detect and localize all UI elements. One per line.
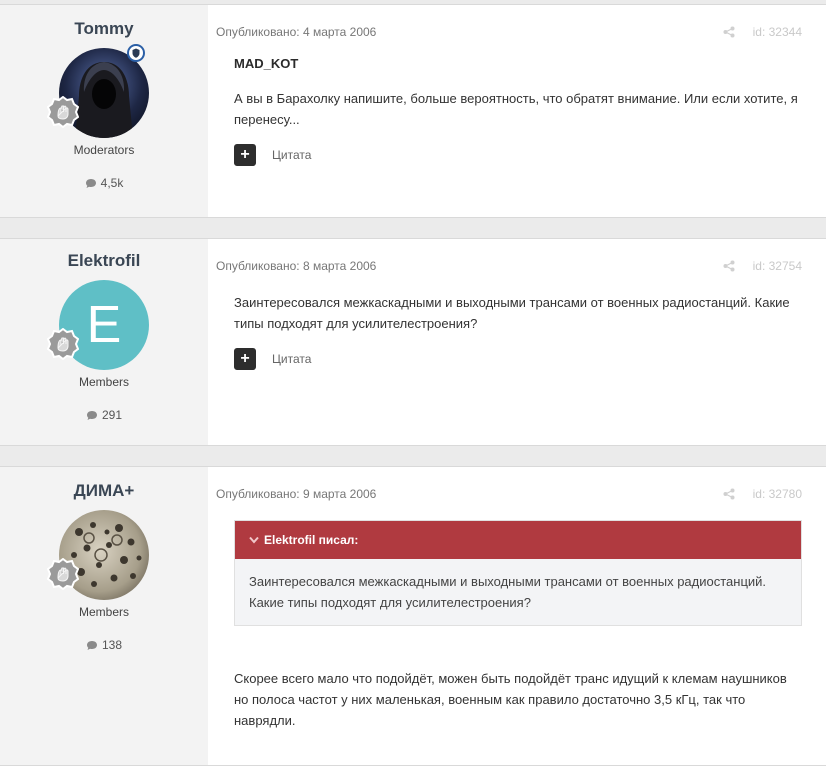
quote-text: Заинтересовался межкаскадными и выходным…	[249, 574, 767, 610]
post-id[interactable]: id: 32780	[753, 487, 802, 501]
author-name[interactable]: ДИМА+	[0, 467, 208, 501]
post-date[interactable]: Опубликовано: 8 марта 2006	[216, 259, 376, 273]
post-date[interactable]: Опубликовано: 9 марта 2006	[216, 487, 376, 501]
post: Elektrofil E Members 291 Опубликовано: 8…	[0, 238, 826, 446]
post-id[interactable]: id: 32344	[753, 25, 802, 39]
post-count-value: 291	[101, 408, 123, 422]
post-count: 291	[0, 408, 208, 422]
share-icon[interactable]	[723, 260, 735, 272]
rank-badge-icon	[47, 558, 79, 590]
author-name[interactable]: Elektrofil	[0, 239, 208, 271]
post-text: Заинтересовался межкаскадными и выходным…	[234, 295, 790, 331]
post-meta: Опубликовано: 9 марта 2006 id: 32780	[216, 467, 802, 521]
post-count-value: 138	[101, 638, 123, 652]
post-text: Скорее всего мало что подойдёт, можен бы…	[234, 671, 787, 728]
author-panel: ДИМА+ Members 138	[0, 467, 208, 765]
post-actions: + Цитата	[234, 348, 802, 370]
quote-block: Elektrofil писал: Заинтересовался межкас…	[234, 520, 802, 626]
post-body: MAD_KOT А вы в Барахолку напишите, больш…	[234, 53, 802, 130]
avatar-container	[47, 510, 149, 600]
moderator-shield-icon	[127, 44, 145, 62]
author-group: Moderators	[73, 143, 135, 157]
post: ДИМА+ Members 138 Опубликовано: 9 марта …	[0, 466, 826, 766]
quote-header[interactable]: Elektrofil писал:	[235, 521, 801, 559]
share-icon[interactable]	[723, 26, 735, 38]
rank-badge-icon	[47, 328, 79, 360]
post-count: 4,5k	[0, 176, 208, 190]
avatar-container: E	[47, 280, 149, 370]
avatar-container	[47, 44, 149, 138]
post-count: 138	[0, 638, 208, 652]
post-body: Скорее всего мало что подойдёт, можен бы…	[234, 668, 802, 731]
quote-header-text: Elektrofil писал:	[264, 533, 359, 547]
post-meta: Опубликовано: 4 марта 2006 id: 32344	[216, 5, 802, 59]
post-text: А вы в Барахолку напишите, больше вероят…	[234, 91, 798, 127]
post-actions: + Цитата	[234, 144, 802, 166]
post-date[interactable]: Опубликовано: 4 марта 2006	[216, 25, 376, 39]
author-panel: Tommy Moderators 4,5k	[0, 5, 208, 217]
speech-bubble-icon	[86, 640, 97, 650]
quote-button[interactable]: Цитата	[272, 148, 311, 162]
post-content: Опубликовано: 8 марта 2006 id: 32754 Заи…	[208, 239, 826, 445]
post-body: Заинтересовался межкаскадными и выходным…	[234, 292, 802, 334]
speech-bubble-icon	[86, 410, 97, 420]
post-content: Опубликовано: 4 марта 2006 id: 32344 MAD…	[208, 5, 826, 217]
quote-button[interactable]: Цитата	[272, 352, 311, 366]
plus-icon[interactable]: +	[234, 144, 256, 166]
author-name[interactable]: Tommy	[0, 5, 208, 39]
speech-bubble-icon	[85, 178, 96, 188]
post-content: Опубликовано: 9 марта 2006 id: 32780 Ele…	[208, 467, 826, 765]
author-group: Members	[78, 375, 129, 389]
author-group: Members	[78, 605, 129, 619]
plus-icon[interactable]: +	[234, 348, 256, 370]
post-meta: Опубликовано: 8 марта 2006 id: 32754	[216, 239, 802, 293]
rank-badge-icon	[47, 96, 79, 128]
post-count-value: 4,5k	[100, 176, 124, 190]
chevron-down-icon	[249, 536, 259, 544]
share-icon[interactable]	[723, 488, 735, 500]
author-panel: Elektrofil E Members 291	[0, 239, 208, 445]
post: Tommy Moderators 4,5k Опубликовано: 4 ма…	[0, 4, 826, 218]
addressee-name: MAD_KOT	[234, 56, 299, 71]
post-id[interactable]: id: 32754	[753, 259, 802, 273]
